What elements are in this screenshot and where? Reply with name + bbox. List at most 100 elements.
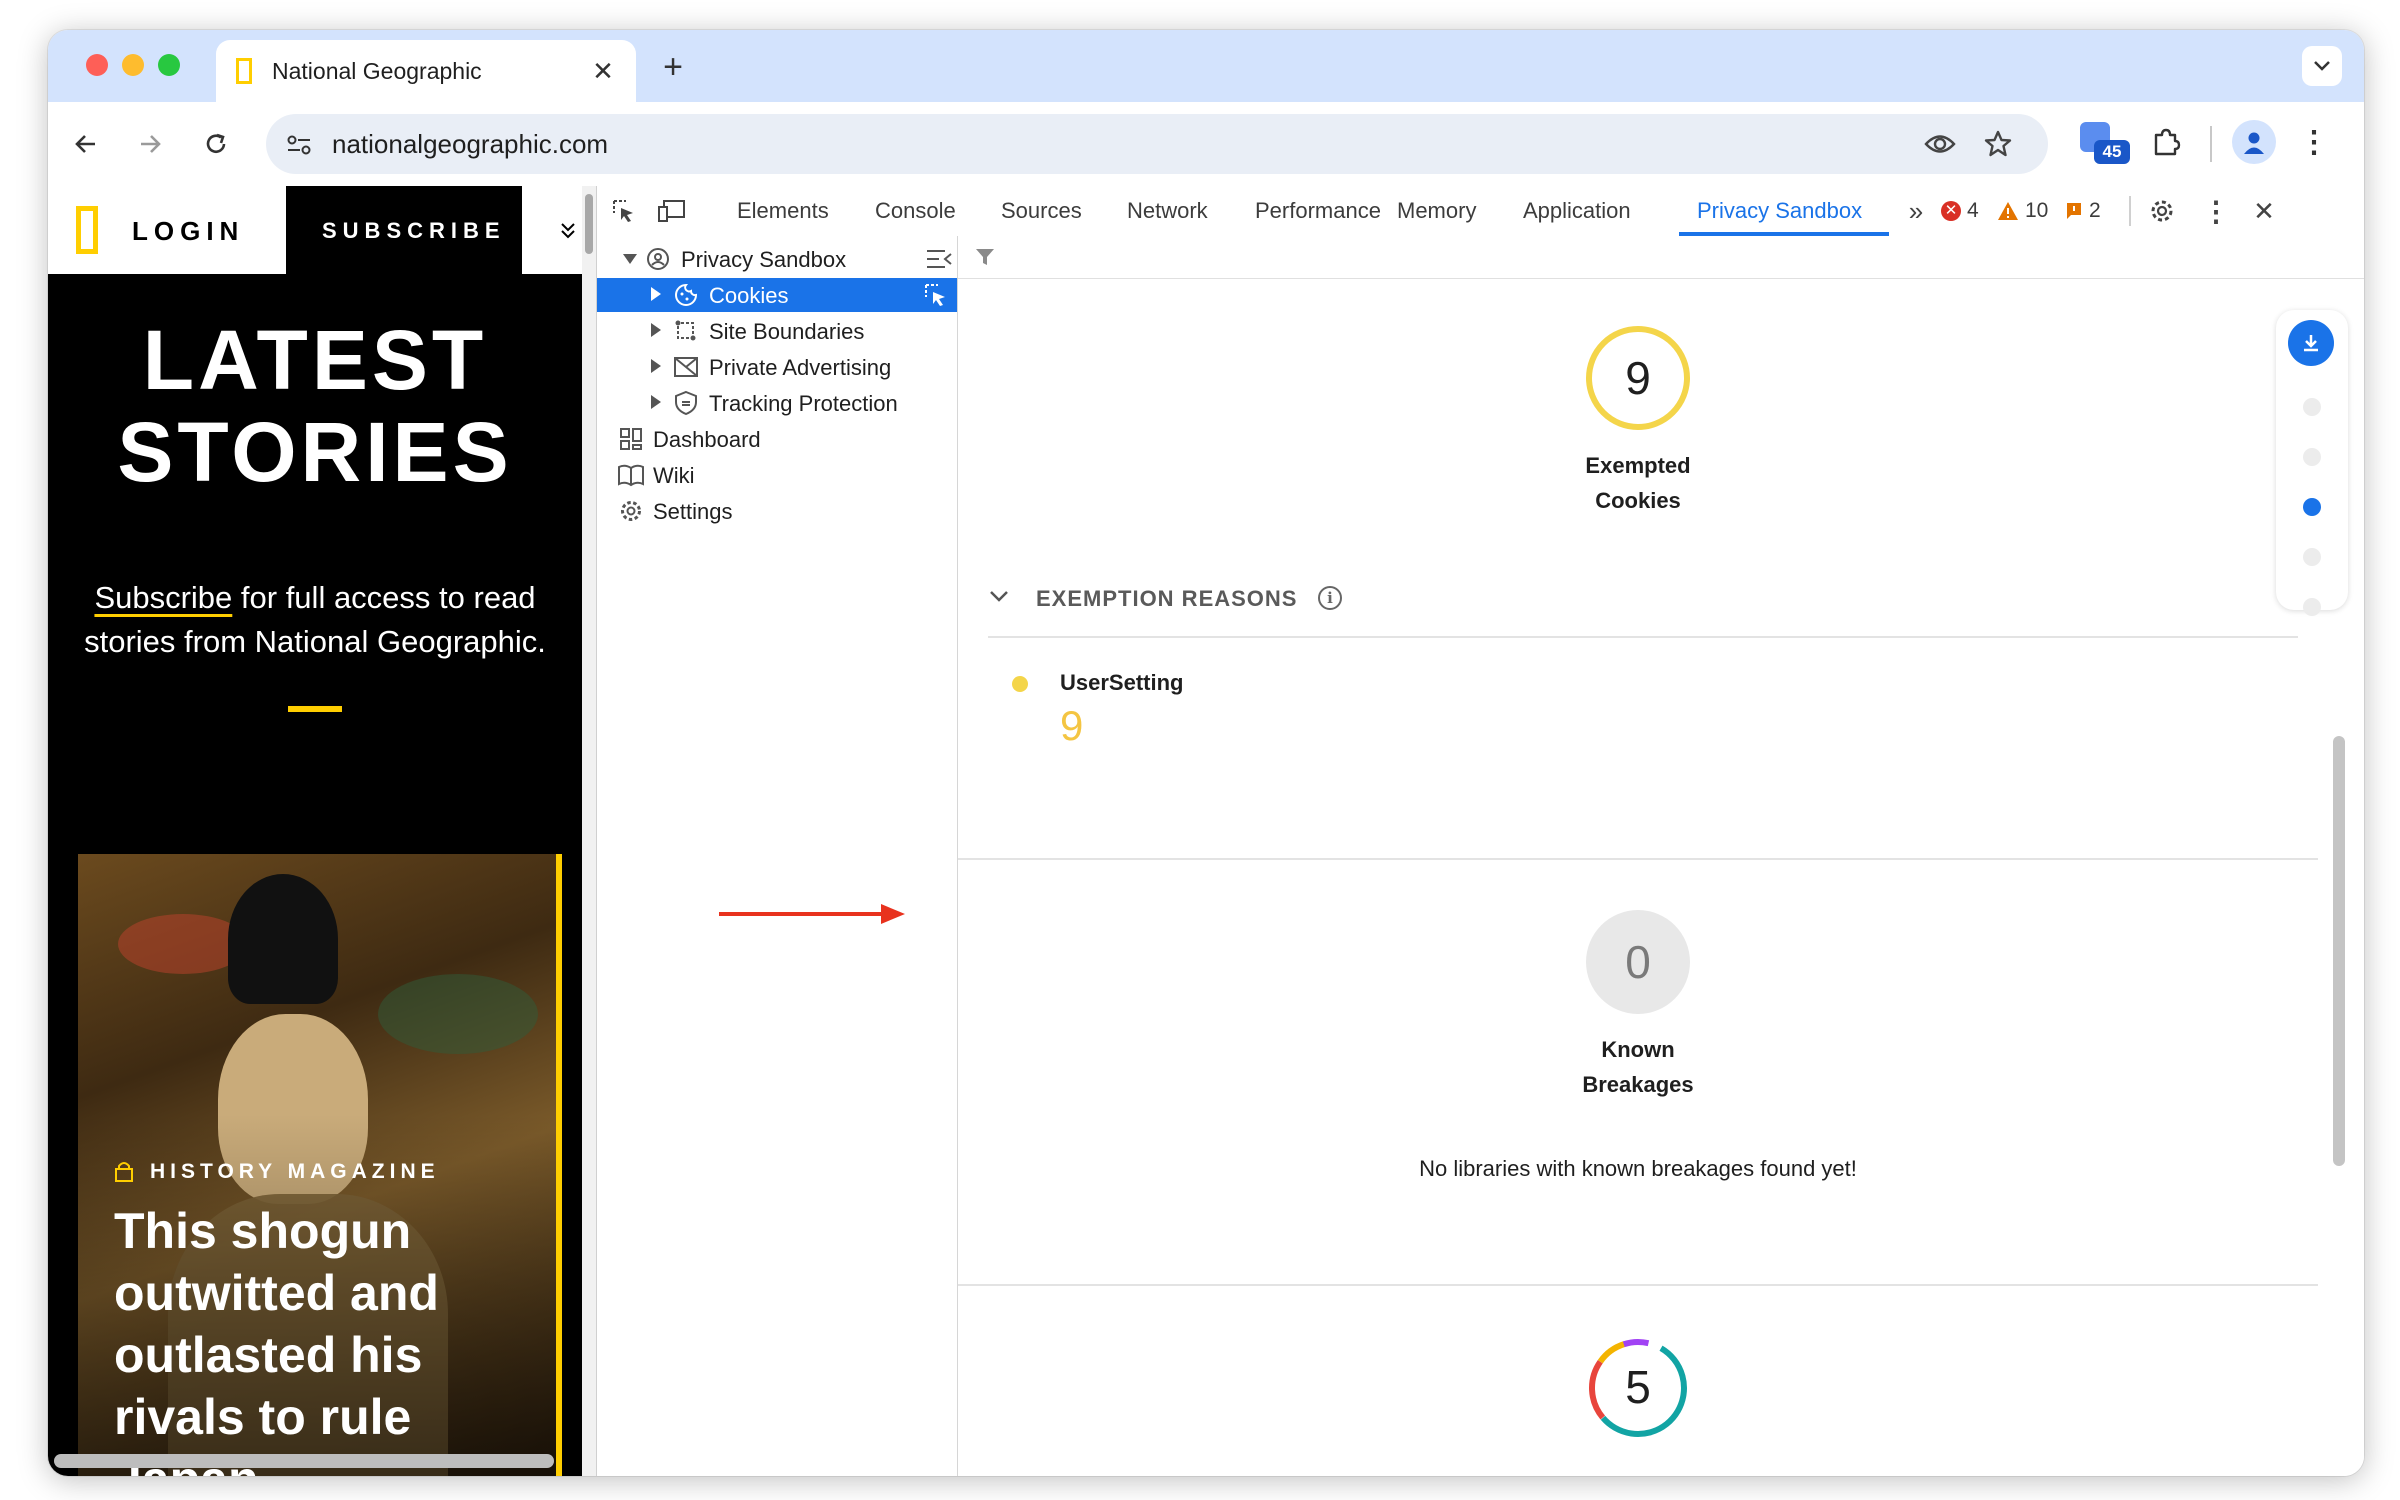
forward-arrow-icon[interactable] (130, 124, 170, 164)
section-divider (988, 636, 2298, 638)
login-link[interactable]: LOGIN (132, 216, 244, 247)
inspect-element-icon[interactable] (607, 194, 641, 228)
close-tab-icon[interactable]: ✕ (586, 54, 620, 88)
minimize-window-button[interactable] (122, 54, 144, 76)
horizontal-scrollbar[interactable] (54, 1454, 554, 1468)
download-icon[interactable] (2288, 320, 2334, 366)
expand-triangle-icon[interactable] (651, 359, 661, 373)
close-window-button[interactable] (86, 54, 108, 76)
tab-memory[interactable]: Memory (1397, 198, 1476, 224)
reason-count: 9 (1060, 702, 1084, 749)
panel-scrollbar-thumb[interactable] (2333, 736, 2345, 1166)
warning-counter[interactable]: 10 (1997, 196, 2048, 226)
browser-tab[interactable]: National Geographic ✕ (216, 40, 636, 102)
sidebar-item-site-boundaries[interactable]: Site Boundaries (597, 314, 957, 348)
story-card[interactable]: HISTORY MAGAZINE This shogun outwitted a… (78, 854, 562, 1476)
nav-dot[interactable] (2303, 598, 2321, 616)
tab-elements[interactable]: Elements (737, 198, 829, 224)
exemption-reasons-header[interactable]: EXEMPTION REASONS i (988, 578, 2298, 618)
site-info-icon[interactable] (282, 128, 316, 162)
filter-funnel-icon[interactable] (972, 244, 998, 270)
nav-dot-active[interactable] (2303, 498, 2321, 516)
promo-text-line1: for full access to read (232, 580, 536, 615)
expand-triangle-icon[interactable] (651, 287, 661, 301)
story-title[interactable]: This shogun outwitted and outlasted his … (114, 1200, 544, 1476)
nav-dot[interactable] (2303, 398, 2321, 416)
page-scrollbar-thumb[interactable] (585, 194, 593, 254)
subscribe-button[interactable]: SUBSCRIBE (286, 186, 522, 274)
breakages-count-ring: 0 (1586, 910, 1690, 1014)
inspect-icon[interactable] (923, 282, 949, 308)
toolbar-divider (2129, 196, 2131, 226)
subscribe-promo-link[interactable]: Subscribe (94, 580, 232, 615)
sidebar-item-cookies[interactable]: Cookies (597, 278, 957, 312)
issues-counter[interactable]: 2 (2065, 196, 2101, 226)
chevron-down-icon[interactable] (988, 588, 1010, 606)
gear-icon (619, 499, 643, 523)
close-devtools-icon[interactable]: ✕ (2247, 194, 2281, 228)
extension-icon[interactable]: 45 (2076, 118, 2130, 164)
chevron-down-icon[interactable] (558, 216, 578, 244)
extensions-puzzle-icon[interactable] (2146, 122, 2186, 162)
expand-triangle-icon[interactable] (651, 395, 661, 409)
ad-icon (673, 354, 699, 380)
tab-application[interactable]: Application (1523, 198, 1631, 224)
tab-strip: National Geographic ✕ + (48, 30, 2364, 102)
zoom-window-button[interactable] (158, 54, 180, 76)
nav-dot[interactable] (2303, 548, 2321, 566)
tree-root-privacy-sandbox[interactable]: Privacy Sandbox (597, 242, 957, 276)
sidebar-item-label: Private Advertising (709, 355, 892, 380)
devtools-panel: Elements Console Sources Network Perform… (596, 186, 2364, 1476)
device-toolbar-icon[interactable] (655, 194, 689, 228)
image-decor (228, 874, 338, 1004)
tab-console[interactable]: Console (875, 198, 956, 224)
sidebar-item-label: Wiki (653, 463, 695, 488)
hero-title-line1: LATEST (142, 313, 488, 407)
tab-privacy-sandbox[interactable]: Privacy Sandbox (1697, 198, 1862, 224)
tab-search-button[interactable] (2302, 46, 2342, 86)
reload-icon[interactable] (196, 124, 236, 164)
cookies-report-panel: 9 Exempted Cookies EXEMPTION REASONS i U… (958, 236, 2364, 1476)
nav-dot[interactable] (2303, 448, 2321, 466)
bookmark-star-icon[interactable] (1980, 126, 2016, 162)
sidebar-item-wiki[interactable]: Wiki (597, 458, 957, 492)
chrome-menu-icon[interactable]: ⋮ (2294, 122, 2334, 162)
browser-window: National Geographic ✕ + nationalgeograph… (48, 30, 2364, 1476)
site-header: LOGIN SUBSCRIBE (48, 186, 582, 274)
info-icon[interactable]: i (1318, 586, 1342, 610)
breakages-label-line1: Known (1601, 1037, 1675, 1062)
eye-icon[interactable] (1922, 126, 1958, 162)
sidebar-item-tracking-protection[interactable]: Tracking Protection (597, 386, 957, 420)
devtools-menu-icon[interactable]: ⋮ (2201, 194, 2231, 228)
sidebar-item-label: Dashboard (653, 427, 761, 452)
site-boundaries-icon (673, 318, 699, 344)
section-nav-rail (2276, 310, 2348, 616)
tab-performance[interactable]: Performance (1255, 198, 1381, 224)
error-counter[interactable]: ✕ 4 (1941, 196, 1979, 226)
exemption-reasons-title: EXEMPTION REASONS (1036, 586, 1298, 611)
sidebar-item-settings[interactable]: Settings (597, 494, 957, 528)
webpage: LOGIN SUBSCRIBE LATEST STORIES Subscribe… (48, 186, 582, 1476)
toolbar-divider (2210, 126, 2212, 162)
expand-triangle-icon[interactable] (651, 323, 661, 337)
address-bar[interactable]: nationalgeographic.com (266, 114, 2048, 174)
expand-triangle-icon[interactable] (623, 254, 637, 264)
profile-avatar-icon[interactable] (2232, 120, 2276, 164)
reason-item-usersetting: UserSetting 9 (1012, 668, 1612, 768)
sidebar-item-label: Cookies (709, 283, 789, 308)
collapse-sidebar-icon[interactable] (925, 248, 953, 270)
settings-gear-icon[interactable] (2145, 194, 2179, 228)
more-tabs-chevron-icon[interactable]: » (1901, 196, 1931, 226)
sidebar-item-private-advertising[interactable]: Private Advertising (597, 350, 957, 384)
yellow-divider (288, 706, 342, 712)
tab-network[interactable]: Network (1127, 198, 1208, 224)
content-area: LOGIN SUBSCRIBE LATEST STORIES Subscribe… (48, 186, 2364, 1476)
back-arrow-icon[interactable] (66, 124, 106, 164)
subscribe-button-label: SUBSCRIBE (322, 218, 506, 243)
exempted-label-line1: Exempted (1585, 453, 1691, 478)
tab-sources[interactable]: Sources (1001, 198, 1082, 224)
reason-color-dot (1012, 676, 1028, 692)
issues-count: 2 (2089, 199, 2101, 222)
new-tab-icon[interactable]: + (656, 48, 690, 86)
sidebar-item-dashboard[interactable]: Dashboard (597, 422, 957, 456)
